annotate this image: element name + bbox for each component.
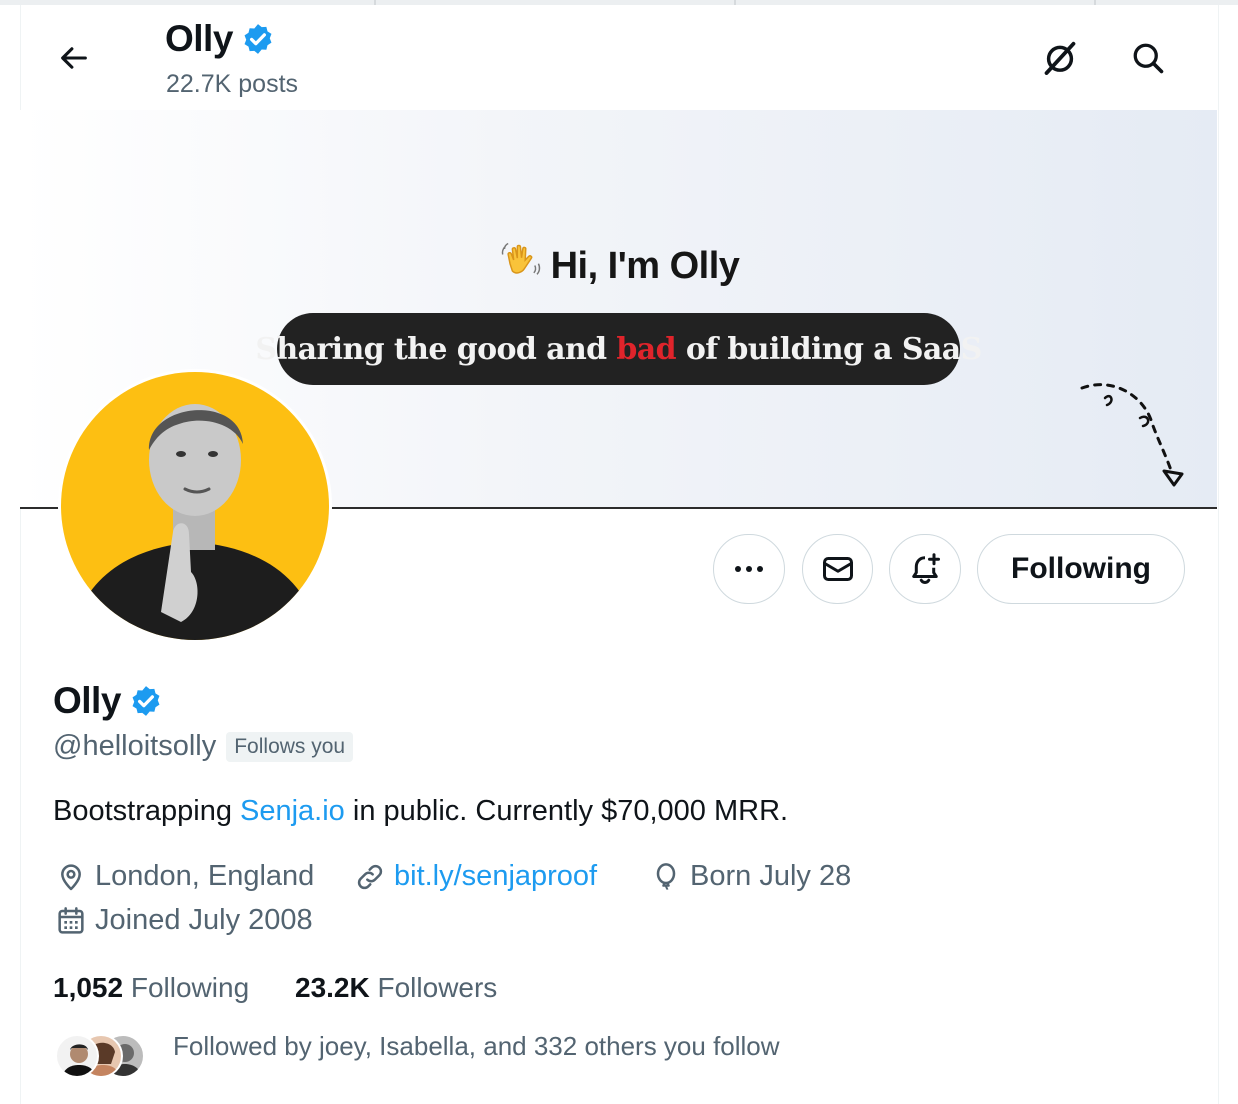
waving-hand-icon [499, 238, 543, 292]
notifications-button[interactable] [889, 534, 961, 604]
follows-you-badge: Follows you [226, 731, 354, 762]
profile-website: bit.ly/senjaproof [354, 860, 597, 893]
more-horizontal-icon [735, 566, 763, 572]
dashed-arrow-doodle [1080, 383, 1184, 487]
bell-plus-icon [912, 553, 940, 585]
tagline-part1: Sharing the good and [255, 331, 617, 367]
avatar [55, 1034, 99, 1078]
search-button[interactable] [1124, 34, 1172, 82]
birthday-text: Born July 28 [690, 860, 852, 892]
bio-text-end: in public. Currently $70,000 MRR. [344, 795, 789, 827]
followed-by-text[interactable]: Followed by joey, Isabella, and 332 othe… [173, 1031, 780, 1062]
calendar-icon [58, 906, 84, 934]
following-button-label: Following [1011, 552, 1151, 585]
search-icon [1133, 43, 1164, 74]
following-stat[interactable]: 1,052 Following [53, 972, 249, 1004]
banner-hi-text: Hi, I'm Olly [550, 245, 740, 287]
banner-tagline: Sharing the good and bad of building a S… [255, 313, 982, 385]
bio-text-start: Bootstrapping [53, 795, 241, 827]
profile-handle: @helloitsolly [53, 730, 217, 762]
bio-link[interactable]: Senja.io [240, 795, 345, 827]
envelope-icon [822, 557, 853, 581]
tagline-red: bad [616, 331, 676, 367]
header-title: Olly [165, 18, 275, 60]
header-name: Olly [165, 18, 233, 59]
profile-avatar[interactable] [58, 369, 332, 643]
following-button[interactable]: Following [977, 534, 1185, 604]
header-post-count: 22.7K posts [166, 70, 299, 98]
followers-stat[interactable]: 23.2K Followers [295, 972, 497, 1004]
followers-count: 23.2K [295, 972, 370, 1003]
banner-greeting: Hi, I'm Olly [0, 238, 1238, 292]
followed-by-avatars[interactable] [55, 1034, 145, 1080]
followers-label: Followers [377, 972, 498, 1003]
message-button[interactable] [802, 534, 873, 604]
following-label: Following [130, 972, 250, 1003]
verified-badge-icon [244, 24, 272, 54]
grok-button[interactable] [1036, 34, 1084, 82]
avatar-photo [61, 372, 329, 640]
profile-handle-row: @helloitsolly Follows you [53, 730, 354, 763]
joined-text: Joined July 2008 [95, 904, 313, 936]
following-count: 1,052 [53, 972, 124, 1003]
profile-bio: Bootstrapping Senja.io in public. Curren… [53, 795, 788, 828]
website-link[interactable]: bit.ly/senjaproof [394, 860, 597, 893]
profile-joined: Joined July 2008 [55, 904, 313, 937]
display-name: Olly [53, 680, 121, 721]
tagline-part2: of building a SaaS [675, 331, 982, 367]
profile-name: Olly [53, 680, 163, 722]
balloon-icon [656, 862, 676, 890]
arrow-left-icon [61, 47, 87, 69]
more-options-button[interactable] [713, 534, 785, 604]
profile-location: London, England [55, 860, 314, 893]
verified-badge-icon [132, 686, 160, 716]
link-icon [357, 864, 383, 889]
back-button[interactable] [54, 38, 94, 78]
location-text: London, England [95, 860, 315, 892]
grok-icon [1044, 41, 1076, 75]
location-pin-icon [61, 863, 81, 890]
profile-birthday: Born July 28 [650, 860, 851, 893]
